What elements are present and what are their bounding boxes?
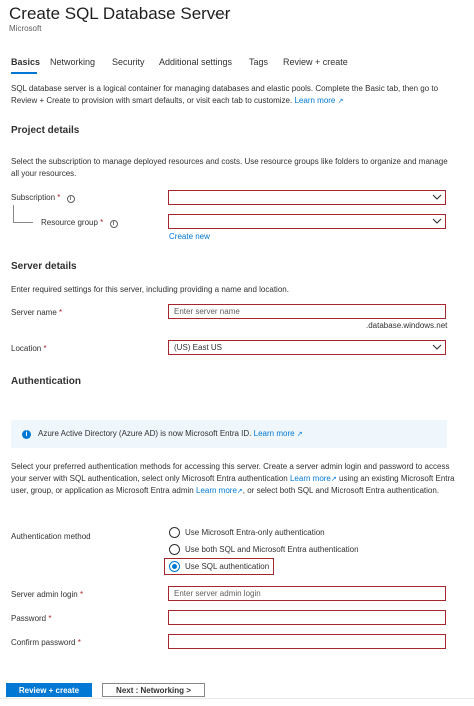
info-learn-more-link[interactable]: Learn more	[254, 429, 295, 438]
radio-button-checked[interactable]	[169, 561, 180, 572]
external-link-icon: ↗	[296, 431, 303, 438]
location-label-text: Location	[11, 344, 42, 353]
project-details-heading: Project details	[11, 125, 80, 136]
authentication-heading: Authentication	[11, 376, 81, 387]
more-options-icon[interactable]: ···	[213, 7, 228, 21]
publisher-label: Microsoft	[9, 24, 42, 33]
admin-login-placeholder: Enter server admin login	[174, 589, 261, 598]
radio-button[interactable]	[169, 544, 180, 555]
intro-paragraph: SQL database server is a logical contain…	[11, 83, 456, 107]
required-marker: *	[100, 218, 104, 227]
admin-login-label-text: Server admin login	[11, 590, 78, 599]
server-name-label: Server name *	[11, 308, 62, 317]
tab-basics[interactable]: Basics	[11, 57, 40, 67]
info-banner-message: Azure Active Directory (Azure AD) is now…	[38, 429, 252, 438]
admin-login-input[interactable]: Enter server admin login	[168, 586, 446, 601]
tab-additional-settings[interactable]: Additional settings	[159, 57, 232, 67]
entra-info-banner: i Azure Active Directory (Azure AD) is n…	[11, 420, 447, 448]
radio-label: Use both SQL and Microsoft Entra authent…	[185, 545, 359, 554]
required-marker: *	[79, 590, 84, 599]
info-banner-text: Azure Active Directory (Azure AD) is now…	[38, 429, 303, 438]
required-marker: *	[48, 614, 52, 623]
resource-group-label: Resource group * i	[41, 218, 118, 228]
auth-method-label: Authentication method	[11, 532, 91, 541]
radio-label: Use Microsoft Entra-only authentication	[185, 528, 325, 537]
confirm-password-label-text: Confirm password	[11, 638, 76, 647]
radio-button[interactable]	[169, 527, 180, 538]
password-label-text: Password	[11, 614, 47, 623]
info-icon: i	[22, 430, 31, 439]
required-marker: *	[43, 344, 47, 353]
server-name-placeholder: Enter server name	[174, 307, 240, 316]
info-icon[interactable]: i	[66, 195, 75, 203]
auth-learn-more-link-1[interactable]: Learn more	[290, 474, 331, 483]
subscription-label: Subscription * i	[11, 193, 75, 203]
server-name-label-text: Server name	[11, 308, 57, 317]
radio-sql-and-entra[interactable]: Use both SQL and Microsoft Entra authent…	[169, 544, 359, 555]
footer-divider	[0, 698, 474, 699]
active-tab-indicator	[11, 72, 37, 74]
external-link-icon: ↗	[330, 475, 337, 483]
server-domain-suffix: .database.windows.net	[366, 321, 448, 330]
radio-entra-only[interactable]: Use Microsoft Entra-only authentication	[169, 527, 325, 538]
project-description: Select the subscription to manage deploy…	[11, 157, 448, 178]
location-value: (US) East US	[174, 343, 223, 352]
auth-description-part3: , or select both SQL and Microsoft Entra…	[242, 486, 440, 495]
create-new-link[interactable]: Create new	[169, 232, 210, 241]
confirm-password-label: Confirm password *	[11, 638, 81, 647]
required-marker: *	[77, 638, 81, 647]
intro-text: SQL database server is a logical contain…	[11, 84, 439, 105]
tab-networking[interactable]: Networking	[50, 57, 95, 67]
server-description: Enter required settings for this server,…	[11, 285, 289, 294]
page-title: Create SQL Database Server	[9, 4, 231, 23]
tab-review-create[interactable]: Review + create	[283, 57, 348, 67]
resource-group-label-text: Resource group	[41, 218, 98, 227]
chevron-down-icon	[432, 194, 442, 200]
next-networking-button[interactable]: Next : Networking >	[102, 683, 205, 697]
server-details-heading: Server details	[11, 261, 77, 272]
subscription-dropdown[interactable]	[168, 190, 446, 205]
info-icon[interactable]: i	[109, 220, 118, 228]
required-marker: *	[57, 193, 61, 202]
password-input[interactable]	[168, 610, 446, 625]
confirm-password-input[interactable]	[168, 634, 446, 649]
subscription-label-text: Subscription	[11, 193, 56, 202]
external-link-icon: ↗	[337, 97, 344, 105]
auth-learn-more-link-2[interactable]: Learn more	[196, 486, 237, 495]
tab-tags[interactable]: Tags	[249, 57, 268, 67]
tree-connector-horizontal	[13, 222, 33, 223]
resource-group-dropdown[interactable]	[168, 214, 446, 229]
server-name-input[interactable]: Enter server name	[168, 304, 446, 319]
auth-description: Select your preferred authentication met…	[11, 461, 456, 498]
review-create-button[interactable]: Review + create	[6, 683, 92, 697]
required-marker: *	[59, 308, 63, 317]
chevron-down-icon	[432, 218, 442, 224]
chevron-down-icon	[432, 344, 442, 350]
intro-learn-more-link[interactable]: Learn more	[294, 96, 335, 105]
tab-security[interactable]: Security	[112, 57, 145, 67]
password-label: Password *	[11, 614, 51, 623]
tree-connector	[13, 205, 14, 223]
location-label: Location *	[11, 344, 47, 353]
radio-sql-only[interactable]: Use SQL authentication	[169, 561, 269, 572]
admin-login-label: Server admin login *	[11, 590, 83, 599]
location-dropdown[interactable]: (US) East US	[168, 340, 446, 355]
radio-label: Use SQL authentication	[185, 562, 270, 571]
